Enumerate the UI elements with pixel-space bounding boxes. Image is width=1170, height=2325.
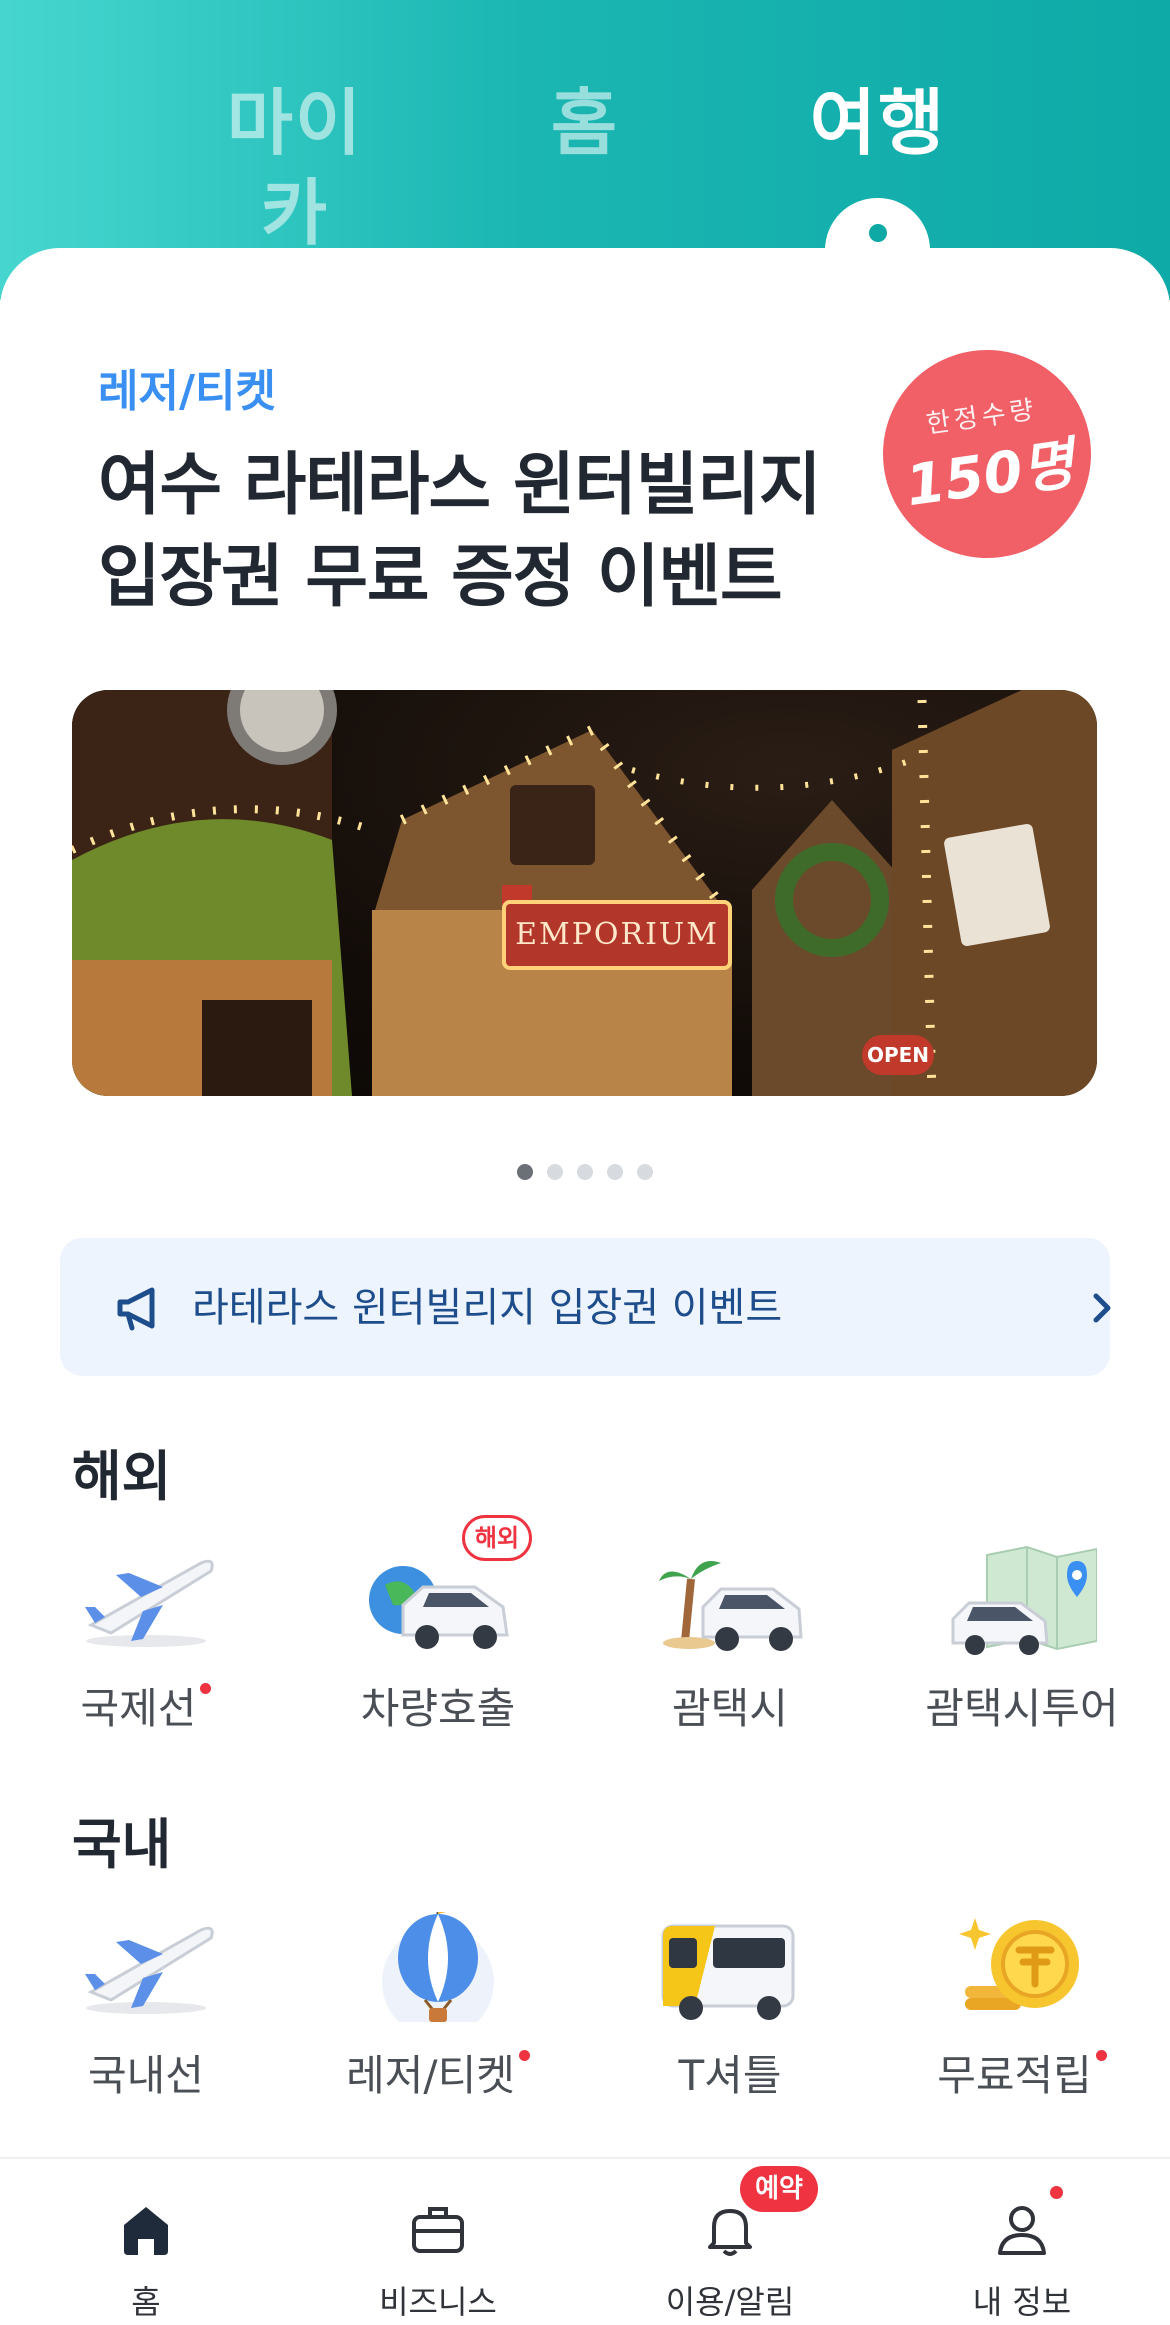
shuttle-bus-icon <box>661 1924 795 2020</box>
service-t-shuttle[interactable]: T셔틀 <box>584 1912 876 2122</box>
carousel-dot[interactable] <box>607 1164 623 1180</box>
nav-label: 이용/알림 <box>665 2283 795 2321</box>
hero-emporium-sign: EMPORIUM <box>502 900 732 970</box>
nav-home[interactable]: 홈 <box>0 2189 292 2321</box>
tab-mycar[interactable]: 마이카 <box>195 78 395 255</box>
tab-travel[interactable]: 여행 <box>808 78 948 168</box>
service-car-hailing-overseas[interactable]: 차량호출 <box>292 1545 584 1755</box>
overseas-bubble-badge: 해외 <box>462 1515 532 1561</box>
event-notice-bar[interactable]: 라테라스 윈터빌리지 입장권 이벤트 <box>60 1238 1111 1376</box>
service-guam-taxi[interactable]: 괌택시 <box>584 1545 876 1755</box>
nav-label: 홈 <box>131 2283 161 2321</box>
service-label: 국제선 <box>0 1681 292 1737</box>
service-label: 괌택시투어 <box>925 1684 1119 1733</box>
airplane-icon <box>85 1559 214 1647</box>
new-dot <box>1095 2050 1107 2061</box>
service-label: 국내선 <box>88 2051 204 2100</box>
carousel-dot[interactable] <box>517 1164 533 1180</box>
service-label: 레저/티켓 <box>292 2048 584 2104</box>
carousel-indicator <box>0 1164 1170 1180</box>
section-title-domestic: 국내 <box>72 1813 172 1876</box>
carousel-dot[interactable] <box>547 1164 563 1180</box>
nav-my-info[interactable]: 내 정보 <box>876 2189 1168 2321</box>
palm-car-icon <box>659 1561 803 1651</box>
coin-icon <box>959 1918 1079 2010</box>
reservation-badge: 예약 <box>740 2166 818 2212</box>
service-label: 무료적립 <box>876 2048 1168 2104</box>
briefcase-icon <box>412 2207 464 2253</box>
service-free-points[interactable]: 무료적립 <box>876 1912 1168 2122</box>
profile-new-dot <box>1050 2186 1063 2199</box>
event-title[interactable]: 여수 라테라스 윈터빌리지 입장권 무료 증정 이벤트 <box>98 440 898 624</box>
service-label: T셔틀 <box>678 2051 782 2100</box>
active-tab-indicator <box>869 224 887 242</box>
event-title-line2: 입장권 무료 증정 이벤트 <box>98 538 783 617</box>
nav-usage-alerts[interactable]: 이용/알림 <box>584 2189 876 2321</box>
new-dot <box>200 1683 212 1694</box>
car-globe-icon <box>369 1566 509 1649</box>
service-domestic-flight[interactable]: 국내선 <box>0 1912 292 2122</box>
service-guam-taxi-tour[interactable]: 괌택시투어 <box>876 1545 1168 1755</box>
carousel-dot[interactable] <box>577 1164 593 1180</box>
service-label: 괌택시 <box>672 1684 788 1733</box>
notice-text: 라테라스 윈터빌리지 입장권 이벤트 <box>192 1285 783 1331</box>
map-car-icon <box>951 1545 1097 1655</box>
bottom-navigation: 홈 비즈니스 이용/알림 내 정보 <box>0 2157 1170 2325</box>
home-icon <box>124 2207 168 2255</box>
service-leisure-ticket[interactable]: 레저/티켓 <box>292 1912 584 2122</box>
service-international-flight[interactable]: 국제선 <box>0 1545 292 1755</box>
profile-icon <box>998 2206 1046 2255</box>
nav-label: 비즈니스 <box>379 2283 497 2321</box>
hot-air-balloon-icon <box>382 1912 494 2022</box>
megaphone-icon <box>117 1287 155 1331</box>
new-dot <box>518 2050 530 2061</box>
event-category: 레저/티켓 <box>98 366 276 417</box>
event-banner-image[interactable]: EMPORIUM OPEN <box>72 690 1097 1096</box>
event-title-line1: 여수 라테라스 윈터빌리지 <box>98 446 822 525</box>
hero-open-sign: OPEN <box>862 1035 934 1075</box>
nav-business[interactable]: 비즈니스 <box>292 2189 584 2321</box>
nav-label: 내 정보 <box>972 2283 1072 2321</box>
section-title-overseas: 해외 <box>72 1445 172 1508</box>
service-label: 차량호출 <box>360 1684 516 1733</box>
airplane-icon <box>85 1926 214 2014</box>
tab-home[interactable]: 홈 <box>540 78 630 168</box>
chevron-right-icon <box>1093 1293 1111 1323</box>
carousel-dot[interactable] <box>637 1164 653 1180</box>
